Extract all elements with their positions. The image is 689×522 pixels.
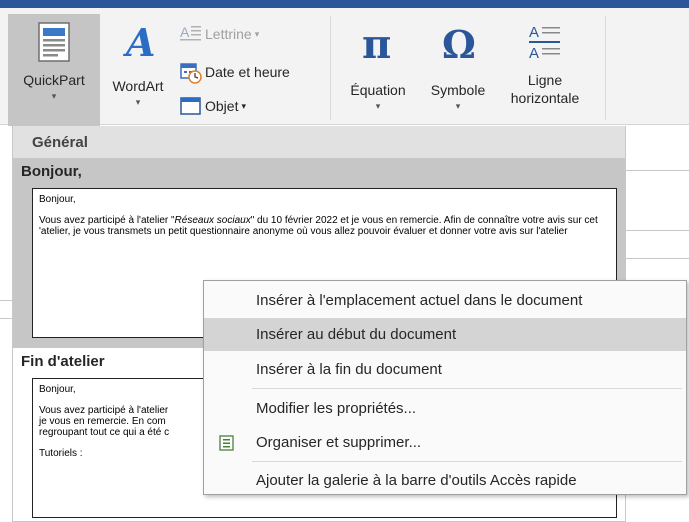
calendar-clock-icon xyxy=(180,62,202,84)
preview-text: Bonjour, xyxy=(39,194,76,205)
date-heure-button[interactable]: Date et heure xyxy=(180,62,290,84)
lettrine-label: Lettrine xyxy=(205,26,252,42)
menu-item-label: Insérer à l'emplacement actuel dans le d… xyxy=(256,292,583,309)
menu-modify-properties[interactable]: Modifier les propriétés... xyxy=(204,392,686,425)
svg-text:Ω: Ω xyxy=(442,22,476,64)
menu-insert-start[interactable]: Insérer au début du document xyxy=(204,318,686,351)
pi-icon: π xyxy=(358,21,398,68)
menu-item-label: Insérer à la fin du document xyxy=(256,361,442,378)
group-separator xyxy=(605,16,606,120)
lettrine-button[interactable]: A Lettrine ▾ xyxy=(180,24,259,44)
wordart-icon: A xyxy=(118,20,158,65)
menu-organize-delete[interactable]: Organiser et supprimer... xyxy=(204,426,686,459)
chevron-down-icon: ▾ xyxy=(241,100,246,111)
menu-divider xyxy=(252,388,682,389)
title-bar-edge xyxy=(0,0,689,8)
menu-insert-end[interactable]: Insérer à la fin du document xyxy=(204,353,686,386)
date-heure-label: Date et heure xyxy=(205,64,290,80)
menu-item-label: Organiser et supprimer... xyxy=(256,434,422,451)
context-menu: Insérer à l'emplacement actuel dans le d… xyxy=(203,280,687,495)
svg-text:A: A xyxy=(529,24,539,41)
svg-text:A: A xyxy=(529,45,539,62)
objet-label: Objet xyxy=(205,98,239,114)
svg-text:A: A xyxy=(180,24,190,40)
organizer-icon xyxy=(218,434,236,452)
wordart-button[interactable]: A WordArt ▾ xyxy=(102,20,174,108)
omega-icon: Ω xyxy=(438,22,478,67)
document-ruler-line xyxy=(626,230,689,231)
ribbon: QuickPart ▾ A WordArt ▾ A Lettrine ▾ Dat… xyxy=(0,0,689,126)
chevron-down-icon: ▾ xyxy=(375,101,381,111)
equation-button[interactable]: π Équation ▾ xyxy=(340,21,416,112)
menu-item-label: Ajouter la galerie à la barre d'outils A… xyxy=(256,472,577,489)
chevron-down-icon: ▾ xyxy=(135,97,141,107)
svg-text:A: A xyxy=(123,22,155,62)
gallery-category-header: Général xyxy=(13,126,625,158)
group-separator xyxy=(330,16,331,120)
objet-button[interactable]: Objet ▾ xyxy=(180,96,246,116)
entry-title: Bonjour, xyxy=(21,163,82,180)
ligne-label-1: Ligne xyxy=(527,72,563,88)
menu-divider xyxy=(252,461,682,462)
document-ruler-line xyxy=(626,170,689,171)
ligne-horizontale-button[interactable]: A A Ligne horizontale xyxy=(497,22,593,107)
horizontal-line-icon: A A xyxy=(527,22,563,65)
document-ruler-line xyxy=(626,258,689,259)
svg-text:π: π xyxy=(362,22,391,64)
chevron-down-icon: ▾ xyxy=(455,101,461,111)
preview-text: Vous avez participé à l'atelier "Réseaux… xyxy=(39,215,598,237)
menu-insert-current[interactable]: Insérer à l'emplacement actuel dans le d… xyxy=(204,284,686,317)
ligne-label-2: horizontale xyxy=(510,90,580,106)
symbole-label: Symbole xyxy=(430,82,486,98)
chevron-down-icon: ▾ xyxy=(254,28,260,39)
chevron-down-icon: ▾ xyxy=(51,91,57,101)
quickpart-label: QuickPart xyxy=(23,72,85,88)
quickpart-button[interactable]: QuickPart ▾ xyxy=(8,14,100,126)
dropcap-icon: A xyxy=(180,24,201,44)
menu-item-label: Modifier les propriétés... xyxy=(256,400,417,417)
document-ruler-line xyxy=(0,318,12,319)
symbole-button[interactable]: Ω Symbole ▾ xyxy=(420,22,496,112)
menu-item-label: Insérer au début du document xyxy=(256,326,457,343)
document-ruler-line xyxy=(0,300,12,301)
wordart-label: WordArt xyxy=(112,78,164,94)
equation-label: Équation xyxy=(350,82,406,98)
menu-add-quick-access[interactable]: Ajouter la galerie à la barre d'outils A… xyxy=(204,464,686,497)
object-icon xyxy=(180,96,201,116)
quickpart-icon xyxy=(37,22,71,65)
